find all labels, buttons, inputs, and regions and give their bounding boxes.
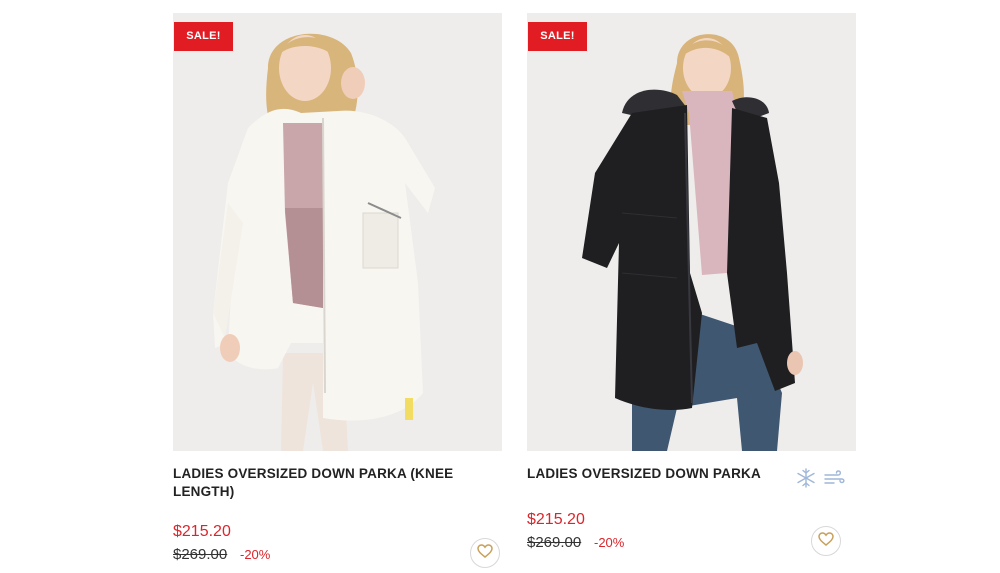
sale-badge: SALE! bbox=[528, 22, 587, 51]
sale-price: $215.20 bbox=[173, 523, 231, 540]
sale-badge: SALE! bbox=[174, 22, 233, 51]
sale-price: $215.20 bbox=[527, 511, 585, 528]
discount-badge: -20% bbox=[240, 547, 271, 562]
original-price: $269.00 bbox=[527, 534, 582, 551]
product-title[interactable]: LADIES OVERSIZED DOWN PARKA bbox=[527, 465, 787, 483]
wishlist-button[interactable] bbox=[470, 538, 500, 568]
product-grid: SALE! LADIES OVERSIZED DOWN PARKA (KNEE … bbox=[0, 0, 1000, 568]
product-card[interactable]: SALE! LADIES OVERSIZED DOWN PARKA $215.2… bbox=[527, 13, 856, 573]
product-image[interactable]: SALE! bbox=[173, 13, 502, 451]
original-price: $269.00 bbox=[173, 546, 228, 563]
product-title[interactable]: LADIES OVERSIZED DOWN PARKA (KNEE LENGTH… bbox=[173, 465, 473, 501]
snowflake-icon bbox=[795, 468, 817, 488]
discount-badge: -20% bbox=[594, 535, 625, 550]
heart-icon bbox=[477, 543, 493, 563]
wishlist-button[interactable] bbox=[811, 526, 841, 556]
feature-icons bbox=[795, 468, 845, 488]
wind-icon bbox=[823, 468, 845, 488]
product-image[interactable]: SALE! bbox=[527, 13, 856, 451]
heart-icon bbox=[818, 531, 834, 551]
product-card[interactable]: SALE! LADIES OVERSIZED DOWN PARKA (KNEE … bbox=[173, 13, 502, 573]
